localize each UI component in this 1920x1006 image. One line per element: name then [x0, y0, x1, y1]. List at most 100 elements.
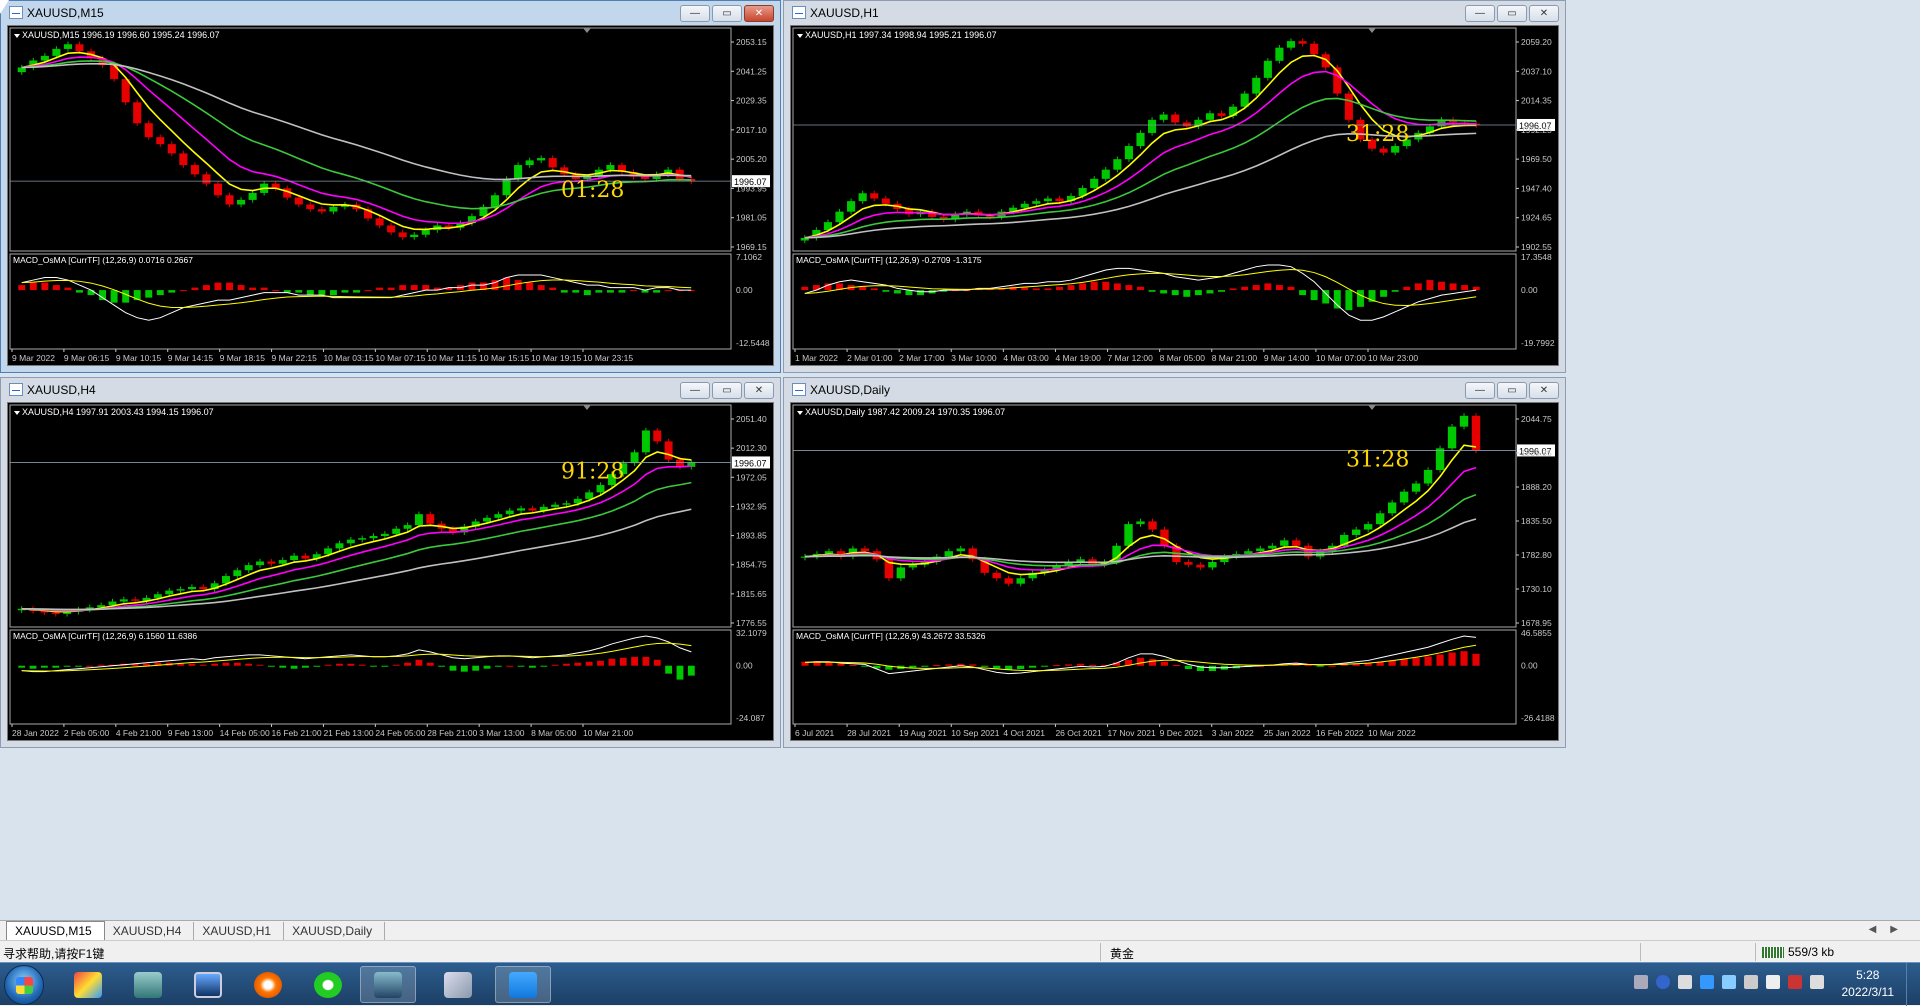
- price-chart-svg[interactable]: 1996.07XAUUSD,M15 1996.19 1996.60 1995.2…: [8, 26, 773, 365]
- macd-histogram-bar: [199, 664, 207, 666]
- minimize-button[interactable]: —: [1465, 382, 1495, 399]
- window-titlebar[interactable]: XAUUSD,H1 — ▭ ✕: [784, 1, 1565, 25]
- time-tick-label: 9 Mar 10:15: [116, 353, 162, 363]
- tab-xauusd-m15[interactable]: XAUUSD,M15: [6, 921, 105, 940]
- macd-histogram-bar: [1206, 290, 1214, 294]
- macd-histogram-bar: [76, 290, 83, 293]
- show-desktop-button[interactable]: [1906, 963, 1920, 1006]
- candle-body: [1136, 132, 1145, 147]
- macd-histogram-bar: [1328, 665, 1336, 667]
- close-button[interactable]: ✕: [1529, 382, 1559, 399]
- macd-histogram-bar: [1053, 665, 1061, 667]
- maximize-button[interactable]: ▭: [712, 382, 742, 399]
- language-icon[interactable]: [1766, 975, 1780, 989]
- macd-histogram-bar: [665, 665, 673, 674]
- window-titlebar[interactable]: XAUUSD,M15 — ▭ ✕: [1, 1, 780, 25]
- chart-area[interactable]: 1996.07 XAUUSD,Daily 1987.42 2009.24 1970…: [790, 402, 1559, 741]
- macd-histogram-bar: [483, 665, 491, 669]
- taskbar-paint-app[interactable]: [60, 966, 116, 1003]
- macd-tick-label: 7.1062: [736, 252, 762, 262]
- window-titlebar[interactable]: XAUUSD,H4 — ▭ ✕: [1, 378, 780, 402]
- maximize-button[interactable]: ▭: [1497, 382, 1527, 399]
- macd-histogram-bar: [945, 664, 953, 666]
- taskbar-clock[interactable]: 5:28 2022/3/11: [1842, 967, 1895, 1001]
- tab-scroll-arrows[interactable]: ◀▶: [1869, 924, 1912, 935]
- candle-body: [870, 193, 879, 199]
- app-tray-icon[interactable]: [1700, 975, 1714, 989]
- taskbar-notes-app[interactable]: [430, 966, 486, 1003]
- candle-body: [641, 176, 650, 179]
- time-tick-label: 7 Mar 12:00: [1108, 353, 1154, 363]
- close-button[interactable]: ✕: [744, 5, 774, 22]
- candle-body: [1016, 578, 1025, 584]
- macd-tick-label: 0.00: [1521, 285, 1538, 295]
- taskbar-editor-app[interactable]: [495, 966, 551, 1003]
- candle-body: [944, 551, 953, 557]
- minimize-button[interactable]: —: [1465, 5, 1495, 22]
- volume-icon[interactable]: [1744, 975, 1758, 989]
- security-icon[interactable]: [1788, 975, 1802, 989]
- close-button[interactable]: ✕: [744, 382, 774, 399]
- maximize-button[interactable]: ▭: [712, 5, 742, 22]
- dropdown-arrow-icon: [14, 411, 20, 415]
- tab-xauusd-daily[interactable]: XAUUSD,Daily: [284, 922, 386, 940]
- chart-window-h4[interactable]: XAUUSD,H4 — ▭ ✕ 1996.07 XAUUSD,H4 1997.91 2…: [0, 377, 781, 748]
- chart-area[interactable]: 1996.07 XAUUSD,H4 1997.91 2003.43 1994.15…: [7, 402, 774, 741]
- close-button[interactable]: ✕: [1529, 5, 1559, 22]
- time-tick-label: 4 Mar 03:00: [1003, 353, 1049, 363]
- taskbar-network-app[interactable]: [120, 966, 176, 1003]
- flag-icon[interactable]: [1678, 975, 1692, 989]
- taskbar-metatrader-app[interactable]: [360, 966, 416, 1003]
- macd-histogram-bar: [1304, 665, 1312, 667]
- taskbar-desktop-app[interactable]: [180, 966, 236, 1003]
- price-chart-svg[interactable]: 1996.07 XAUUSD,H4 1997.91 2003.43 1994.15…: [8, 403, 773, 740]
- chart-header: XAUUSD,M15 1996.19 1996.60 1995.24 1996.…: [22, 30, 220, 40]
- candle-body: [1184, 562, 1193, 565]
- macd-histogram-bar: [97, 664, 105, 666]
- macd-histogram-bar: [1241, 286, 1249, 291]
- macd-histogram-bar: [583, 290, 591, 296]
- candle-body: [244, 565, 253, 571]
- connection-bars-icon: [1762, 946, 1784, 958]
- macd-histogram-bar: [237, 285, 245, 291]
- macd-histogram-bar: [1391, 290, 1399, 292]
- minimize-button[interactable]: —: [680, 382, 710, 399]
- price-tick-label: 1969.15: [736, 242, 767, 252]
- taskbar-wechat-app[interactable]: [300, 966, 356, 1003]
- shield-icon[interactable]: [1722, 975, 1736, 989]
- network-status-icon[interactable]: [1810, 975, 1824, 989]
- candle-body: [133, 102, 142, 124]
- time-tick-label: 2 Mar 01:00: [847, 353, 893, 363]
- macd-histogram-bar: [468, 282, 476, 291]
- candle-body: [1268, 545, 1277, 549]
- chart-window-daily[interactable]: XAUUSD,Daily — ▭ ✕ 1996.07 XAUUSD,Daily 198…: [783, 377, 1566, 748]
- chart-area[interactable]: 1996.07 XAUUSD,H1 1997.34 1998.94 1995.21…: [790, 25, 1559, 366]
- tab-xauusd-h4[interactable]: XAUUSD,H4: [105, 922, 195, 940]
- macd-histogram-bar: [503, 277, 511, 291]
- price-chart-svg[interactable]: 1996.07XAUUSD,Daily 1987.42 2009.24 1970…: [791, 403, 1558, 740]
- price-tick-label: 1835.50: [1521, 516, 1552, 526]
- chart-area[interactable]: 1996.07 XAUUSD,M15 1996.19 1996.60 1995.2…: [7, 25, 774, 366]
- minimize-button[interactable]: —: [680, 5, 710, 22]
- chart-window-m15[interactable]: XAUUSD,M15 — ▭ ✕ 1996.07 XAUUSD,M15 1996.19…: [0, 0, 781, 373]
- metatrader-icon: [374, 971, 402, 998]
- window-titlebar[interactable]: XAUUSD,Daily — ▭ ✕: [784, 378, 1565, 402]
- chart-header: XAUUSD,H1 1997.34 1998.94 1995.21 1996.0…: [805, 30, 997, 40]
- start-button[interactable]: [4, 965, 44, 1005]
- chart-window-h1[interactable]: XAUUSD,H1 — ▭ ✕ 1996.07 XAUUSD,H1 1997.34 1…: [783, 0, 1566, 373]
- help-icon[interactable]: [1656, 975, 1670, 989]
- price-chart-svg[interactable]: 1996.07XAUUSD,H1 1997.34 1998.94 1995.21…: [791, 26, 1558, 365]
- candle-body: [1435, 448, 1445, 470]
- candle-body: [131, 599, 140, 601]
- window-title: XAUUSD,Daily: [810, 383, 891, 397]
- candle-body: [1321, 54, 1330, 68]
- keyboard-icon[interactable]: [1634, 975, 1648, 989]
- chart-window-icon: [792, 6, 806, 19]
- maximize-button[interactable]: ▭: [1497, 5, 1527, 22]
- tab-xauusd-h1[interactable]: XAUUSD,H1: [194, 922, 285, 940]
- taskbar-browser-app[interactable]: [240, 966, 296, 1003]
- candle-body: [1004, 578, 1013, 584]
- candle-body: [1280, 540, 1289, 546]
- macd-header: MACD_OsMA [CurrTF] (12,26,9) 0.0716 0.26…: [13, 255, 193, 265]
- macd-tick-label: -19.7992: [1521, 338, 1555, 348]
